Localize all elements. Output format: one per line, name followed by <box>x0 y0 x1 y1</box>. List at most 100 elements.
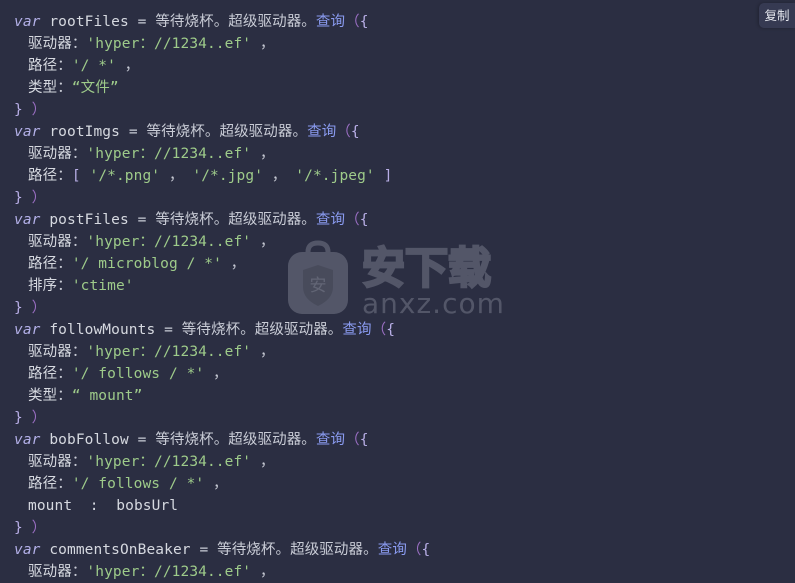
code-token-punct: ， <box>263 168 287 184</box>
code-token-kw: var <box>14 14 41 30</box>
code-token-punct: = <box>137 14 156 30</box>
code-token-fn: 查询 <box>342 322 372 338</box>
code-token-paren: ） <box>22 102 47 118</box>
code-line: 路径：[ '/*.png' ， '/*.jpg' ， '/*.jpeg' ] <box>0 165 795 187</box>
code-token-dim: 等待烧杯。超级驱动器。 <box>155 432 316 448</box>
code-token-str: 'hyper：//1234..ef' <box>86 146 252 162</box>
code-token-str: “ mount” <box>71 388 143 404</box>
code-token-str: 'hyper：//1234..ef' <box>86 454 252 470</box>
code-token-punct: ： <box>57 80 72 96</box>
code-token-plain: 路径 <box>28 58 58 74</box>
code-token-plain: 驱动器 <box>28 564 72 580</box>
code-line: 驱动器：'hyper：//1234..ef' ， <box>0 143 795 165</box>
code-token-paren: （ <box>336 124 351 140</box>
copy-button[interactable]: 复制 <box>759 3 795 28</box>
code-token-punct: = <box>137 432 156 448</box>
code-snippet-panel: var rootFiles = 等待烧杯。超级驱动器。查询（{驱动器：'hype… <box>0 0 795 580</box>
code-token-punct: ， <box>160 168 184 184</box>
code-line: var followMounts = 等待烧杯。超级驱动器。查询（{ <box>0 319 795 341</box>
code-token-brace: } <box>14 190 23 206</box>
code-token-punct: ， <box>204 366 228 382</box>
code-token-plain: 驱动器 <box>28 454 72 470</box>
code-token-kw: var <box>14 212 41 228</box>
code-token-plain: bobFollow <box>40 432 138 448</box>
code-token-brace: } <box>14 300 23 316</box>
code-token-str: 'hyper：//1234..ef' <box>86 234 252 250</box>
code-line: } ） <box>0 407 795 429</box>
code-token-plain: followMounts <box>40 322 165 338</box>
code-token-plain: 驱动器 <box>28 36 72 52</box>
code-line: 路径：'/ microblog / *' ， <box>0 253 795 275</box>
code-token-brace: } <box>14 520 23 536</box>
code-token-punct: ： <box>57 256 72 272</box>
code-token-paren: ） <box>22 190 47 206</box>
code-line: 驱动器：'hyper：//1234..ef' ， <box>0 231 795 253</box>
code-line: } ） <box>0 187 795 209</box>
code-token-fn: 查询 <box>315 14 346 30</box>
code-token-kw: var <box>14 542 41 558</box>
code-token-brace: { <box>359 14 369 30</box>
code-token-brace: [ <box>71 168 90 184</box>
code-token-punct: ： <box>57 366 72 382</box>
code-token-brace: { <box>386 322 396 338</box>
code-token-fn: 查询 <box>315 212 346 228</box>
code-line: var commentsOnBeaker = 等待烧杯。超级驱动器。查询（{ <box>0 539 795 561</box>
code-token-punct: ： <box>71 146 87 162</box>
code-token-str: 'hyper：//1234..ef' <box>86 36 252 52</box>
code-token-dim: 等待烧杯。超级驱动器。 <box>146 124 308 140</box>
code-token-plain: mount : bobsUrl <box>28 498 179 514</box>
code-token-punct: = <box>128 124 147 140</box>
code-token-punct: ， <box>251 146 275 162</box>
code-token-brace: ] <box>374 168 393 184</box>
code-token-punct: ， <box>251 454 275 470</box>
code-token-plain: 排序 <box>28 278 58 294</box>
code-token-str: 'hyper：//1234..ef' <box>86 564 252 580</box>
code-token-punct: ： <box>57 168 72 184</box>
code-line: 驱动器：'hyper：//1234..ef' ， <box>0 561 795 583</box>
code-token-punct: ， <box>221 256 246 272</box>
code-token-paren: （ <box>345 432 360 448</box>
code-token-paren: ） <box>22 520 47 536</box>
code-token-kw: var <box>14 124 41 140</box>
code-token-fn: 查询 <box>307 124 337 140</box>
code-line: var rootImgs = 等待烧杯。超级驱动器。查询（{ <box>0 121 795 143</box>
code-line: 类型：“ mount” <box>0 385 795 407</box>
code-token-fn: 查询 <box>315 432 346 448</box>
code-token-str: '/*.jpg' <box>183 168 264 184</box>
code-line: } ） <box>0 297 795 319</box>
code-token-str: '/ microblog / *' <box>71 256 222 272</box>
code-line: var bobFollow = 等待烧杯。超级驱动器。查询（{ <box>0 429 795 451</box>
code-token-plain: rootImgs <box>40 124 129 140</box>
code-token-paren: （ <box>406 542 422 558</box>
code-lines-container[interactable]: var rootFiles = 等待烧杯。超级驱动器。查询（{驱动器：'hype… <box>0 11 795 583</box>
code-token-dim: 等待烧杯。超级驱动器。 <box>217 542 378 558</box>
code-line: } ） <box>0 517 795 539</box>
code-token-plain: 路径 <box>28 366 58 382</box>
code-token-str: 'hyper：//1234..ef' <box>86 344 252 360</box>
code-token-punct: = <box>199 542 218 558</box>
code-line: 路径：'/ *' ， <box>0 55 795 77</box>
code-token-plain: 驱动器 <box>28 344 72 360</box>
code-token-punct: ： <box>71 344 87 360</box>
code-token-str: 'ctime' <box>71 278 134 294</box>
code-token-punct: ， <box>115 58 140 74</box>
code-token-punct: ： <box>71 454 87 470</box>
code-token-paren: （ <box>371 322 387 338</box>
code-token-str: '/ follows / *' <box>71 476 205 492</box>
code-token-punct: ： <box>57 58 72 74</box>
code-line: 驱动器：'hyper：//1234..ef' ， <box>0 33 795 55</box>
code-token-punct: ， <box>204 476 228 492</box>
code-token-punct: = <box>164 322 182 338</box>
code-token-brace: { <box>350 124 360 140</box>
code-line: 类型：“文件” <box>0 77 795 99</box>
code-token-plain: 类型 <box>28 80 58 96</box>
code-token-punct: ： <box>71 36 87 52</box>
code-token-punct: ： <box>57 388 72 404</box>
code-token-punct: ： <box>57 278 72 294</box>
code-token-plain: commentsOnBeaker <box>40 542 200 558</box>
code-token-str: '/ follows / *' <box>71 366 205 382</box>
code-token-dim: 等待烧杯。超级驱动器。 <box>155 14 316 30</box>
code-token-kw: var <box>14 432 41 448</box>
code-token-plain: 路径 <box>28 168 58 184</box>
code-token-str: '/*.png' <box>89 168 161 184</box>
